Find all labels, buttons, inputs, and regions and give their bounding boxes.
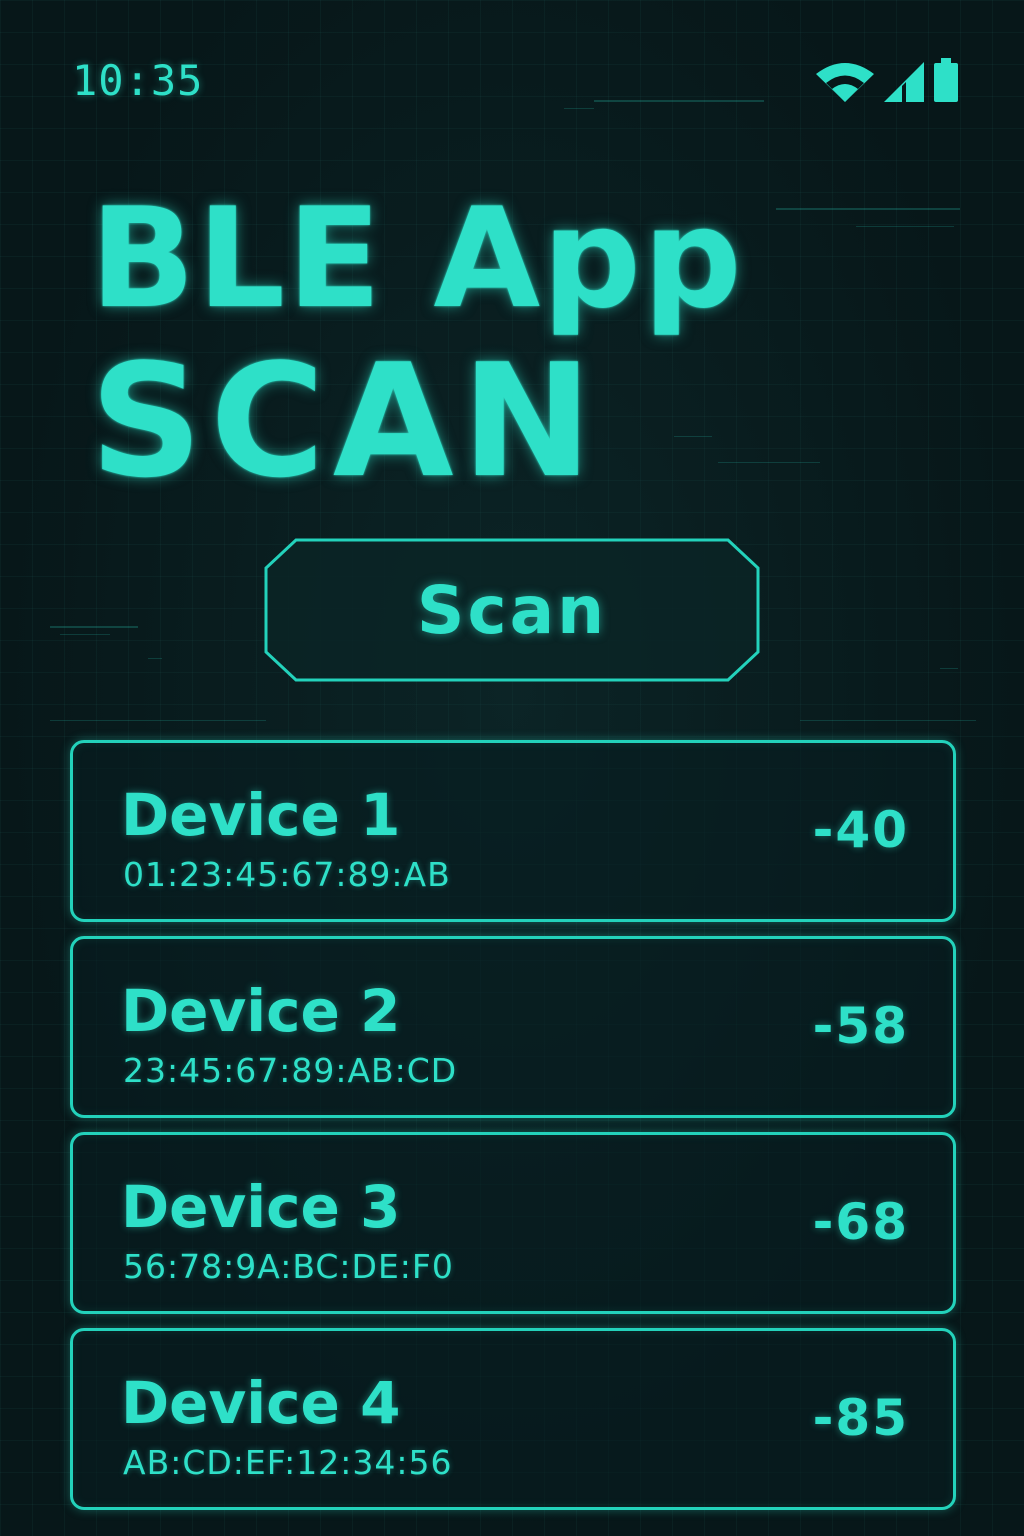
- decorative-line: [776, 208, 960, 210]
- device-mac-address: 56:78:9A:BC:DE:F0: [123, 1247, 454, 1286]
- device-mac-address: 23:45:67:89:AB:CD: [123, 1051, 458, 1090]
- scan-button-label: Scan: [416, 571, 608, 649]
- device-list-item[interactable]: Device 3 56:78:9A:BC:DE:F0 -68: [70, 1132, 956, 1314]
- device-list: Device 1 01:23:45:67:89:AB -40 Device 2 …: [70, 740, 956, 1524]
- device-mac-address: 01:23:45:67:89:AB: [123, 855, 451, 894]
- device-list-item[interactable]: Device 2 23:45:67:89:AB:CD -58: [70, 936, 956, 1118]
- decorative-line: [856, 226, 954, 227]
- decorative-line: [800, 720, 976, 721]
- device-name: Device 4: [121, 1369, 401, 1437]
- device-name: Device 1: [121, 781, 401, 849]
- decorative-line: [940, 668, 958, 669]
- battery-icon: [934, 58, 958, 102]
- device-list-item[interactable]: Device 4 AB:CD:EF:12:34:56 -85: [70, 1328, 956, 1510]
- status-icons: [816, 58, 958, 102]
- decorative-line: [50, 626, 138, 628]
- scan-button[interactable]: Scan: [264, 538, 760, 682]
- decorative-line: [50, 720, 266, 721]
- device-name: Device 3: [121, 1173, 401, 1241]
- cellular-signal-icon: [884, 62, 924, 102]
- decorative-line: [148, 658, 162, 659]
- status-time: 10:35: [72, 56, 204, 105]
- device-mac-address: AB:CD:EF:12:34:56: [123, 1443, 453, 1482]
- device-name: Device 2: [121, 977, 401, 1045]
- decorative-line: [60, 634, 110, 635]
- device-rssi: -85: [812, 1389, 909, 1447]
- device-rssi: -58: [812, 997, 909, 1055]
- decorative-line: [718, 462, 820, 463]
- status-bar: 10:35: [0, 0, 1024, 110]
- device-list-item[interactable]: Device 1 01:23:45:67:89:AB -40: [70, 740, 956, 922]
- decorative-line: [674, 436, 712, 437]
- page-title: SCAN: [90, 330, 601, 512]
- device-rssi: -40: [812, 801, 909, 859]
- device-rssi: -68: [812, 1193, 909, 1251]
- wifi-icon: [816, 62, 874, 102]
- app-title: BLE App: [90, 178, 744, 339]
